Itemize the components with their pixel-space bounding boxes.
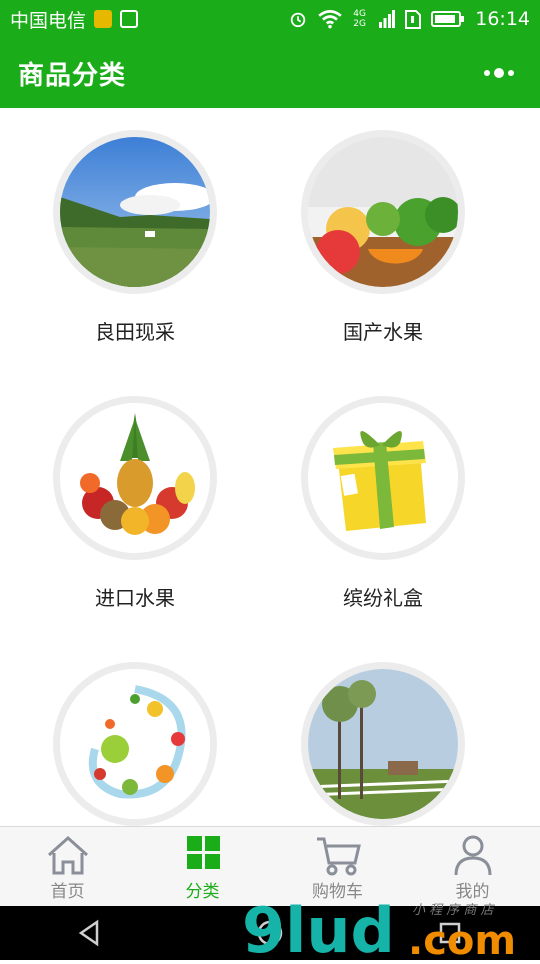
signal-icon: [379, 10, 396, 28]
gallery-icon: [120, 10, 139, 28]
fruit-splash-image: [60, 669, 210, 819]
category-image-ring: [301, 396, 465, 560]
domestic-fruit-image: [308, 137, 458, 287]
more-dots-icon[interactable]: [476, 60, 522, 86]
home-circle-icon[interactable]: [255, 918, 285, 948]
category-image-ring: [53, 396, 217, 560]
category-item-ranch[interactable]: [248, 640, 518, 826]
gift-box-image: [308, 403, 458, 553]
category-item-domestic-fruit[interactable]: 国产水果: [248, 108, 518, 374]
grid-icon: [186, 836, 220, 869]
tab-label: 首页: [50, 882, 85, 902]
ranch-image: [308, 669, 458, 819]
category-label: 进口水果: [95, 586, 175, 610]
wifi-icon: [318, 10, 342, 29]
tab-home[interactable]: 首页: [0, 827, 135, 906]
alarm-icon: [291, 12, 306, 28]
clock-label: 16:14: [475, 8, 530, 30]
tab-label: 分类: [185, 882, 220, 902]
category-image-ring: [53, 130, 217, 294]
carrier-label: 中国电信: [10, 9, 87, 32]
status-bar: 中国电信 4G 2G 16:14: [0, 0, 540, 38]
category-label: 缤纷礼盒: [343, 586, 423, 610]
tab-category[interactable]: 分类: [135, 827, 270, 906]
network-type-label: 4G 2G: [353, 9, 366, 29]
home-icon: [47, 835, 88, 875]
tab-label: 购物车: [312, 882, 363, 902]
tab-label: 我的: [455, 882, 490, 902]
app-header: 商品分类: [0, 38, 540, 108]
battery-icon: [431, 11, 465, 27]
user-icon: [454, 835, 491, 876]
category-item-farm[interactable]: 良田现采: [0, 108, 270, 374]
cart-icon: [316, 837, 361, 876]
recents-icon[interactable]: [435, 918, 465, 948]
page-title: 商品分类: [18, 60, 127, 91]
imported-fruit-image: [60, 403, 210, 553]
category-label: 良田现采: [95, 320, 175, 344]
category-label: 国产水果: [343, 320, 423, 344]
category-image-ring: [53, 662, 217, 826]
system-nav-bar: [0, 906, 540, 960]
category-item-imported-fruit[interactable]: 进口水果: [0, 374, 270, 640]
category-item-gift-box[interactable]: 缤纷礼盒: [248, 374, 518, 640]
notification-icon: [94, 10, 113, 28]
category-grid: 良田现采 国产水果 进口水果 缤纷礼盒: [0, 108, 540, 826]
category-item-fruit-splash[interactable]: [0, 640, 270, 826]
farm-field-image: [60, 137, 210, 287]
tab-me[interactable]: 我的: [405, 827, 540, 906]
bottom-tab-bar: 首页 分类 购物车 我的: [0, 826, 540, 906]
tab-cart[interactable]: 购物车: [270, 827, 405, 906]
back-icon[interactable]: [75, 918, 105, 948]
sim-icon: [405, 10, 422, 29]
category-image-ring: [301, 130, 465, 294]
category-image-ring: [301, 662, 465, 826]
